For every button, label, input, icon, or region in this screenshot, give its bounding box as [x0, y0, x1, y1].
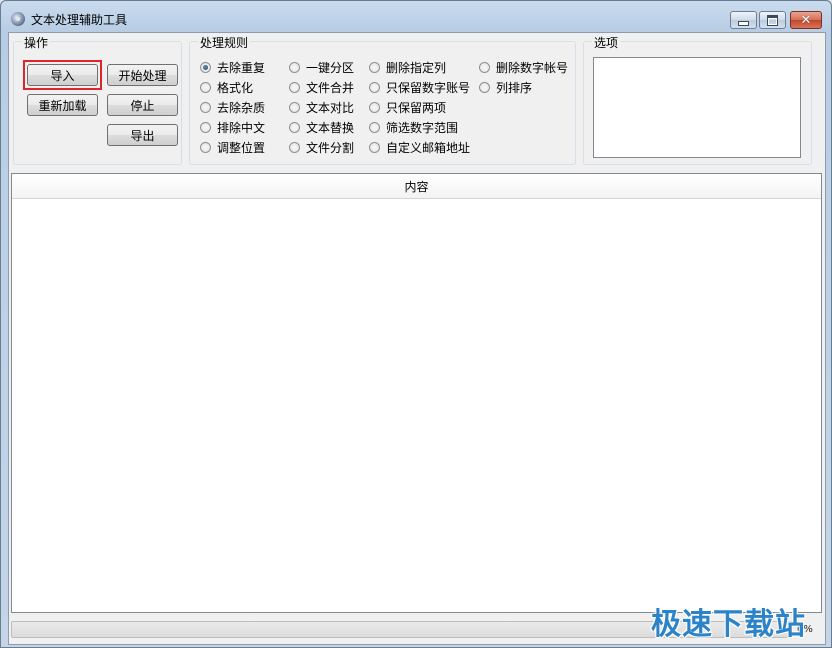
app-window: 文本处理辅助工具 ✕ 操作 导入 开始处理 重新加载 停止 导出 处理规则 去除… [0, 0, 832, 648]
import-button[interactable]: 导入 [27, 64, 98, 86]
rule-label: 文本对比 [306, 101, 355, 115]
rule-label: 筛选数字范围 [386, 121, 459, 135]
radio-icon [289, 122, 300, 133]
rule-radio[interactable]: 文本对比 [289, 99, 354, 116]
content-header-label: 内容 [404, 179, 429, 194]
rule-label: 自定义邮箱地址 [386, 141, 471, 155]
radio-icon [289, 102, 300, 113]
export-button[interactable]: 导出 [107, 124, 178, 146]
radio-icon [200, 82, 211, 93]
rule-label: 文件分割 [306, 141, 355, 155]
rule-label: 只保留两项 [386, 101, 447, 115]
reload-button[interactable]: 重新加载 [27, 94, 98, 116]
rule-label: 调整位置 [217, 141, 266, 155]
radio-icon [200, 142, 211, 153]
rule-radio[interactable]: 筛选数字范围 [369, 119, 458, 136]
rules-group-title: 处理规则 [198, 34, 251, 51]
radio-checked-icon [200, 62, 211, 73]
radio-icon [369, 62, 380, 73]
rule-radio[interactable]: 去除杂质 [200, 99, 265, 116]
rule-label: 去除重复 [217, 61, 266, 75]
radio-icon [289, 62, 300, 73]
minimize-icon [738, 20, 749, 26]
rule-radio[interactable]: 自定义邮箱地址 [369, 139, 470, 156]
radio-icon [479, 62, 490, 73]
rule-label: 排除中文 [217, 121, 266, 135]
rule-label: 删除指定列 [386, 61, 447, 75]
close-icon: ✕ [800, 12, 812, 28]
radio-icon [369, 142, 380, 153]
rule-radio[interactable]: 文件分割 [289, 139, 354, 156]
radio-icon [369, 82, 380, 93]
content-panel[interactable]: 内容 [11, 173, 822, 613]
rule-label: 删除数字帐号 [496, 61, 569, 75]
rule-label: 一键分区 [306, 61, 355, 75]
window-title: 文本处理辅助工具 [31, 13, 128, 27]
rule-radio[interactable]: 格式化 [200, 79, 253, 96]
start-processing-button[interactable]: 开始处理 [107, 64, 178, 86]
rule-radio[interactable]: 只保留两项 [369, 99, 446, 116]
content-column-header[interactable]: 内容 [12, 174, 821, 199]
rule-label: 格式化 [217, 81, 254, 95]
rule-radio[interactable]: 删除数字帐号 [479, 59, 568, 76]
stop-button[interactable]: 停止 [107, 94, 178, 116]
maximize-icon [767, 14, 778, 26]
rule-radio[interactable]: 删除指定列 [369, 59, 446, 76]
rule-label: 文本替换 [306, 121, 355, 135]
client-area: 操作 导入 开始处理 重新加载 停止 导出 处理规则 去除重复 一键分区 删除指… [8, 32, 826, 645]
options-group-title: 选项 [592, 34, 621, 51]
close-button[interactable]: ✕ [790, 11, 822, 29]
app-icon [11, 12, 25, 26]
rule-radio[interactable]: 去除重复 [200, 59, 265, 76]
rule-label: 文件合并 [306, 81, 355, 95]
operations-group: 操作 导入 开始处理 重新加载 停止 导出 [13, 34, 182, 165]
rule-label: 去除杂质 [217, 101, 266, 115]
rule-radio[interactable]: 列排序 [479, 79, 532, 96]
watermark-logo: 极速下载站 [651, 607, 806, 642]
rule-radio[interactable]: 文件合并 [289, 79, 354, 96]
rule-radio[interactable]: 只保留数字账号 [369, 79, 470, 96]
rule-radio[interactable]: 文本替换 [289, 119, 354, 136]
radio-icon [479, 82, 490, 93]
title-bar[interactable]: 文本处理辅助工具 ✕ [1, 1, 831, 35]
radio-icon [289, 82, 300, 93]
options-group: 选项 [583, 34, 812, 165]
radio-icon [200, 102, 211, 113]
radio-icon [369, 122, 380, 133]
minimize-button[interactable] [730, 11, 757, 29]
maximize-button[interactable] [759, 11, 786, 29]
operations-group-title: 操作 [22, 34, 51, 51]
rule-label: 只保留数字账号 [386, 81, 471, 95]
options-list[interactable] [593, 57, 801, 158]
radio-icon [200, 122, 211, 133]
rule-radio[interactable]: 一键分区 [289, 59, 354, 76]
rule-label: 列排序 [496, 81, 533, 95]
rule-radio[interactable]: 排除中文 [200, 119, 265, 136]
rule-radio[interactable]: 调整位置 [200, 139, 265, 156]
rules-group: 处理规则 去除重复 一键分区 删除指定列 删除数字帐号 格式化 文件合并 只保留… [189, 34, 576, 165]
radio-icon [289, 142, 300, 153]
radio-icon [369, 102, 380, 113]
